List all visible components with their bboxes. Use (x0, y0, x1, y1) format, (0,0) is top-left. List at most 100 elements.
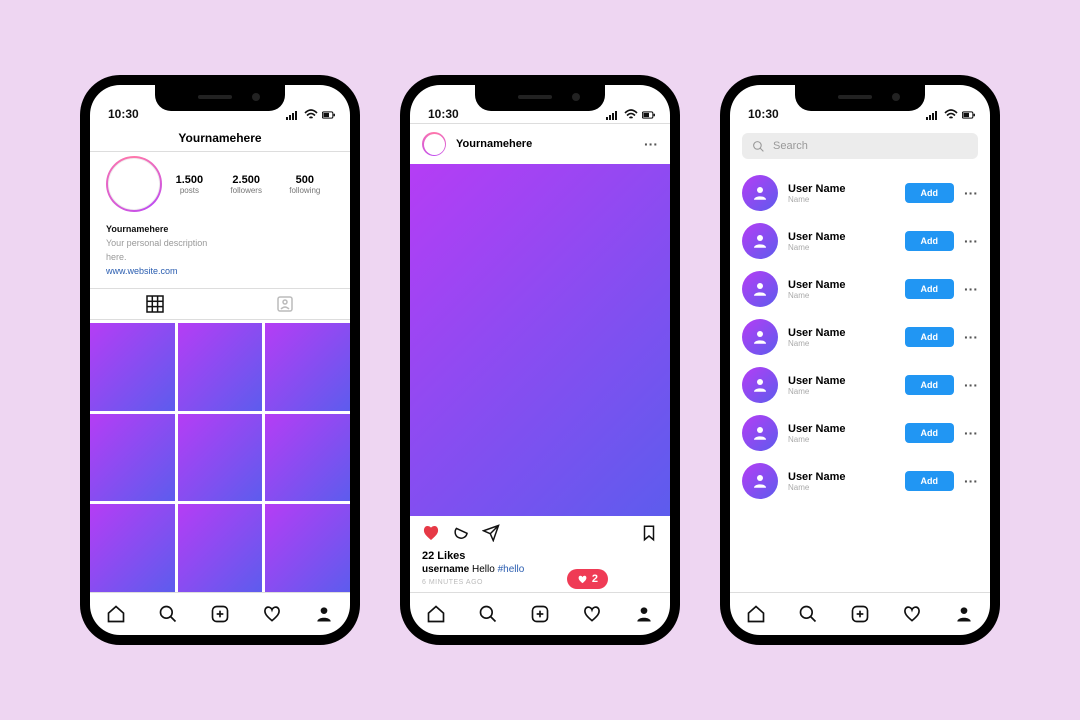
post-author-avatar[interactable] (422, 132, 446, 156)
status-bar: 10:30 (90, 85, 350, 123)
grid-photo[interactable] (178, 414, 263, 502)
comment-icon[interactable] (452, 524, 470, 542)
post-author-name[interactable]: Yournamehere (456, 138, 634, 150)
grid-photo[interactable] (178, 504, 263, 592)
add-button[interactable]: Add (905, 327, 955, 347)
add-button[interactable]: Add (905, 423, 955, 443)
like-icon[interactable] (422, 524, 440, 542)
add-button[interactable]: Add (905, 183, 955, 203)
search-icon[interactable] (478, 604, 498, 624)
post-more-icon[interactable]: ··· (644, 140, 658, 148)
user-avatar[interactable] (742, 271, 778, 307)
add-post-icon[interactable] (850, 604, 870, 624)
user-name: User Name (788, 423, 895, 435)
heart-icon[interactable] (902, 604, 922, 624)
user-name: User Name (788, 183, 895, 195)
profile-avatar[interactable] (106, 156, 162, 212)
search-icon (752, 140, 765, 153)
battery-icon (322, 109, 336, 121)
add-button[interactable]: Add (905, 471, 955, 491)
grid-photo[interactable] (265, 323, 350, 411)
stat-posts[interactable]: 1.500posts (176, 174, 204, 195)
user-avatar[interactable] (742, 463, 778, 499)
user-avatar[interactable] (742, 175, 778, 211)
more-icon[interactable]: ··· (964, 429, 978, 437)
heart-icon[interactable] (262, 604, 282, 624)
status-bar: 10:30 (410, 85, 670, 123)
add-post-icon[interactable] (530, 604, 550, 624)
search-icon[interactable] (798, 604, 818, 624)
user-row[interactable]: User NameName Add ··· (730, 217, 990, 265)
profile-icon[interactable] (634, 604, 654, 624)
user-name: User Name (788, 231, 895, 243)
bio-link[interactable]: www.website.com (106, 264, 334, 278)
signal-icon (606, 109, 620, 121)
post-caption: username Hello #hello (410, 562, 670, 577)
user-row[interactable]: User NameNameAdd··· (730, 409, 990, 457)
user-row[interactable]: User NameName Add ··· (730, 361, 990, 409)
more-icon[interactable]: ··· (964, 285, 978, 293)
more-icon[interactable]: ··· (964, 381, 978, 389)
grid-photo[interactable] (90, 504, 175, 592)
more-icon[interactable]: ··· (964, 477, 978, 485)
more-icon[interactable]: ··· (964, 237, 978, 245)
signal-icon (926, 109, 940, 121)
search-placeholder: Search (773, 140, 808, 152)
wifi-icon (304, 109, 318, 121)
notification-bubble[interactable]: 2 (567, 569, 608, 589)
user-row[interactable]: User NameNameAdd··· (730, 265, 990, 313)
tab-bar (90, 592, 350, 635)
more-icon[interactable]: ··· (964, 189, 978, 197)
battery-icon (642, 109, 656, 121)
user-subname: Name (788, 195, 895, 204)
add-button[interactable]: Add (905, 375, 955, 395)
bookmark-icon[interactable] (640, 524, 658, 542)
heart-icon[interactable] (582, 604, 602, 624)
profile-icon[interactable] (954, 604, 974, 624)
profile-icon[interactable] (314, 604, 334, 624)
user-row[interactable]: User NameName Add ··· (730, 169, 990, 217)
user-avatar[interactable] (742, 319, 778, 355)
tab-tagged[interactable] (220, 289, 350, 319)
likes-count[interactable]: 22 Likes (410, 550, 670, 562)
stat-followers[interactable]: 2.500followers (230, 174, 262, 195)
add-button[interactable]: Add (905, 231, 955, 251)
tab-grid[interactable] (90, 289, 220, 319)
user-avatar[interactable] (742, 367, 778, 403)
user-subname: Name (788, 483, 895, 492)
grid-photo[interactable] (90, 323, 175, 411)
stat-following[interactable]: 500following (289, 174, 320, 195)
add-button[interactable]: Add (905, 279, 955, 299)
grid-photo[interactable] (178, 323, 263, 411)
photo-grid (90, 320, 350, 592)
search-icon[interactable] (158, 604, 178, 624)
hashtag-link[interactable]: #hello (498, 564, 525, 575)
post-image[interactable] (410, 164, 670, 516)
grid-photo[interactable] (265, 414, 350, 502)
post-timestamp: 6 MINUTES AGO (410, 577, 670, 592)
search-input[interactable]: Search (742, 133, 978, 159)
home-icon[interactable] (106, 604, 126, 624)
status-time: 10:30 (428, 107, 459, 121)
phone-post: 10:30 Yournamehere ··· 22 Likes (400, 75, 680, 645)
share-icon[interactable] (482, 524, 500, 542)
more-icon[interactable]: ··· (964, 333, 978, 341)
user-avatar[interactable] (742, 223, 778, 259)
user-avatar[interactable] (742, 415, 778, 451)
user-subname: Name (788, 339, 895, 348)
user-name: User Name (788, 375, 895, 387)
user-row[interactable]: User NameNameAdd··· (730, 457, 990, 505)
wifi-icon (624, 109, 638, 121)
user-subname: Name (788, 243, 895, 252)
home-icon[interactable] (746, 604, 766, 624)
bio-line: here. (106, 250, 334, 264)
user-subname: Name (788, 291, 895, 300)
grid-photo[interactable] (265, 504, 350, 592)
user-name: User Name (788, 327, 895, 339)
home-icon[interactable] (426, 604, 446, 624)
user-row[interactable]: User NameName Add ··· (730, 313, 990, 361)
user-subname: Name (788, 387, 895, 396)
user-list: User NameNameAdd···User NameNameAdd···Us… (730, 169, 990, 592)
add-post-icon[interactable] (210, 604, 230, 624)
grid-photo[interactable] (90, 414, 175, 502)
